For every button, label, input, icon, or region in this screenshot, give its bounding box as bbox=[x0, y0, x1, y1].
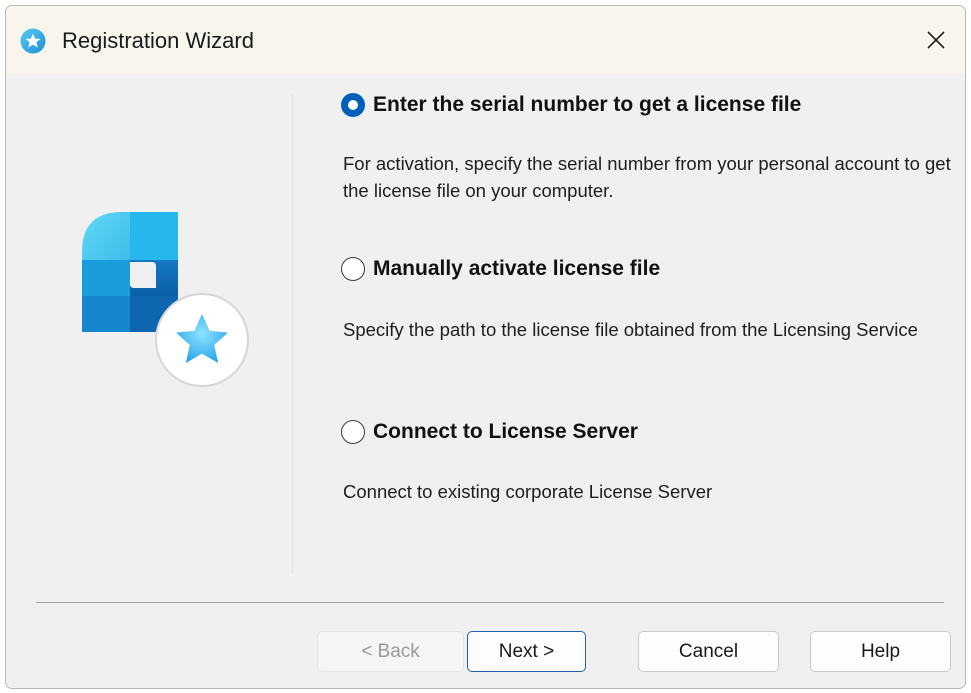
registration-wizard-window: Registration Wizard Enter the serial num… bbox=[5, 5, 966, 689]
option-description: Connect to existing corporate License Se… bbox=[343, 481, 713, 502]
footer-divider bbox=[36, 602, 944, 603]
vertical-divider bbox=[292, 94, 293, 574]
radio-license-server[interactable] bbox=[341, 420, 365, 444]
option-description: Specify the path to the license file obt… bbox=[343, 319, 918, 340]
option-manual-activate[interactable]: Manually activate license file bbox=[341, 254, 660, 284]
close-icon bbox=[927, 31, 945, 49]
option-label[interactable]: Connect to License Server bbox=[373, 420, 638, 444]
option-enter-serial[interactable]: Enter the serial number to get a license… bbox=[341, 90, 801, 120]
window-title: Registration Wizard bbox=[62, 28, 254, 53]
title-bar: Registration Wizard bbox=[6, 6, 965, 74]
option-label[interactable]: Enter the serial number to get a license… bbox=[373, 93, 801, 117]
license-star-logo bbox=[82, 212, 250, 390]
radio-manual-activate[interactable] bbox=[341, 257, 365, 281]
back-button[interactable]: < Back bbox=[317, 631, 464, 672]
help-button[interactable]: Help bbox=[810, 631, 951, 672]
option-label[interactable]: Manually activate license file bbox=[373, 257, 660, 281]
star-badge-icon bbox=[20, 28, 46, 54]
option-description: For activation, specify the serial numbe… bbox=[343, 153, 951, 201]
cancel-button[interactable]: Cancel bbox=[638, 631, 779, 672]
option-license-server[interactable]: Connect to License Server bbox=[341, 417, 638, 447]
close-button[interactable] bbox=[907, 6, 965, 74]
radio-enter-serial[interactable] bbox=[341, 93, 365, 117]
next-button[interactable]: Next > bbox=[467, 631, 586, 672]
